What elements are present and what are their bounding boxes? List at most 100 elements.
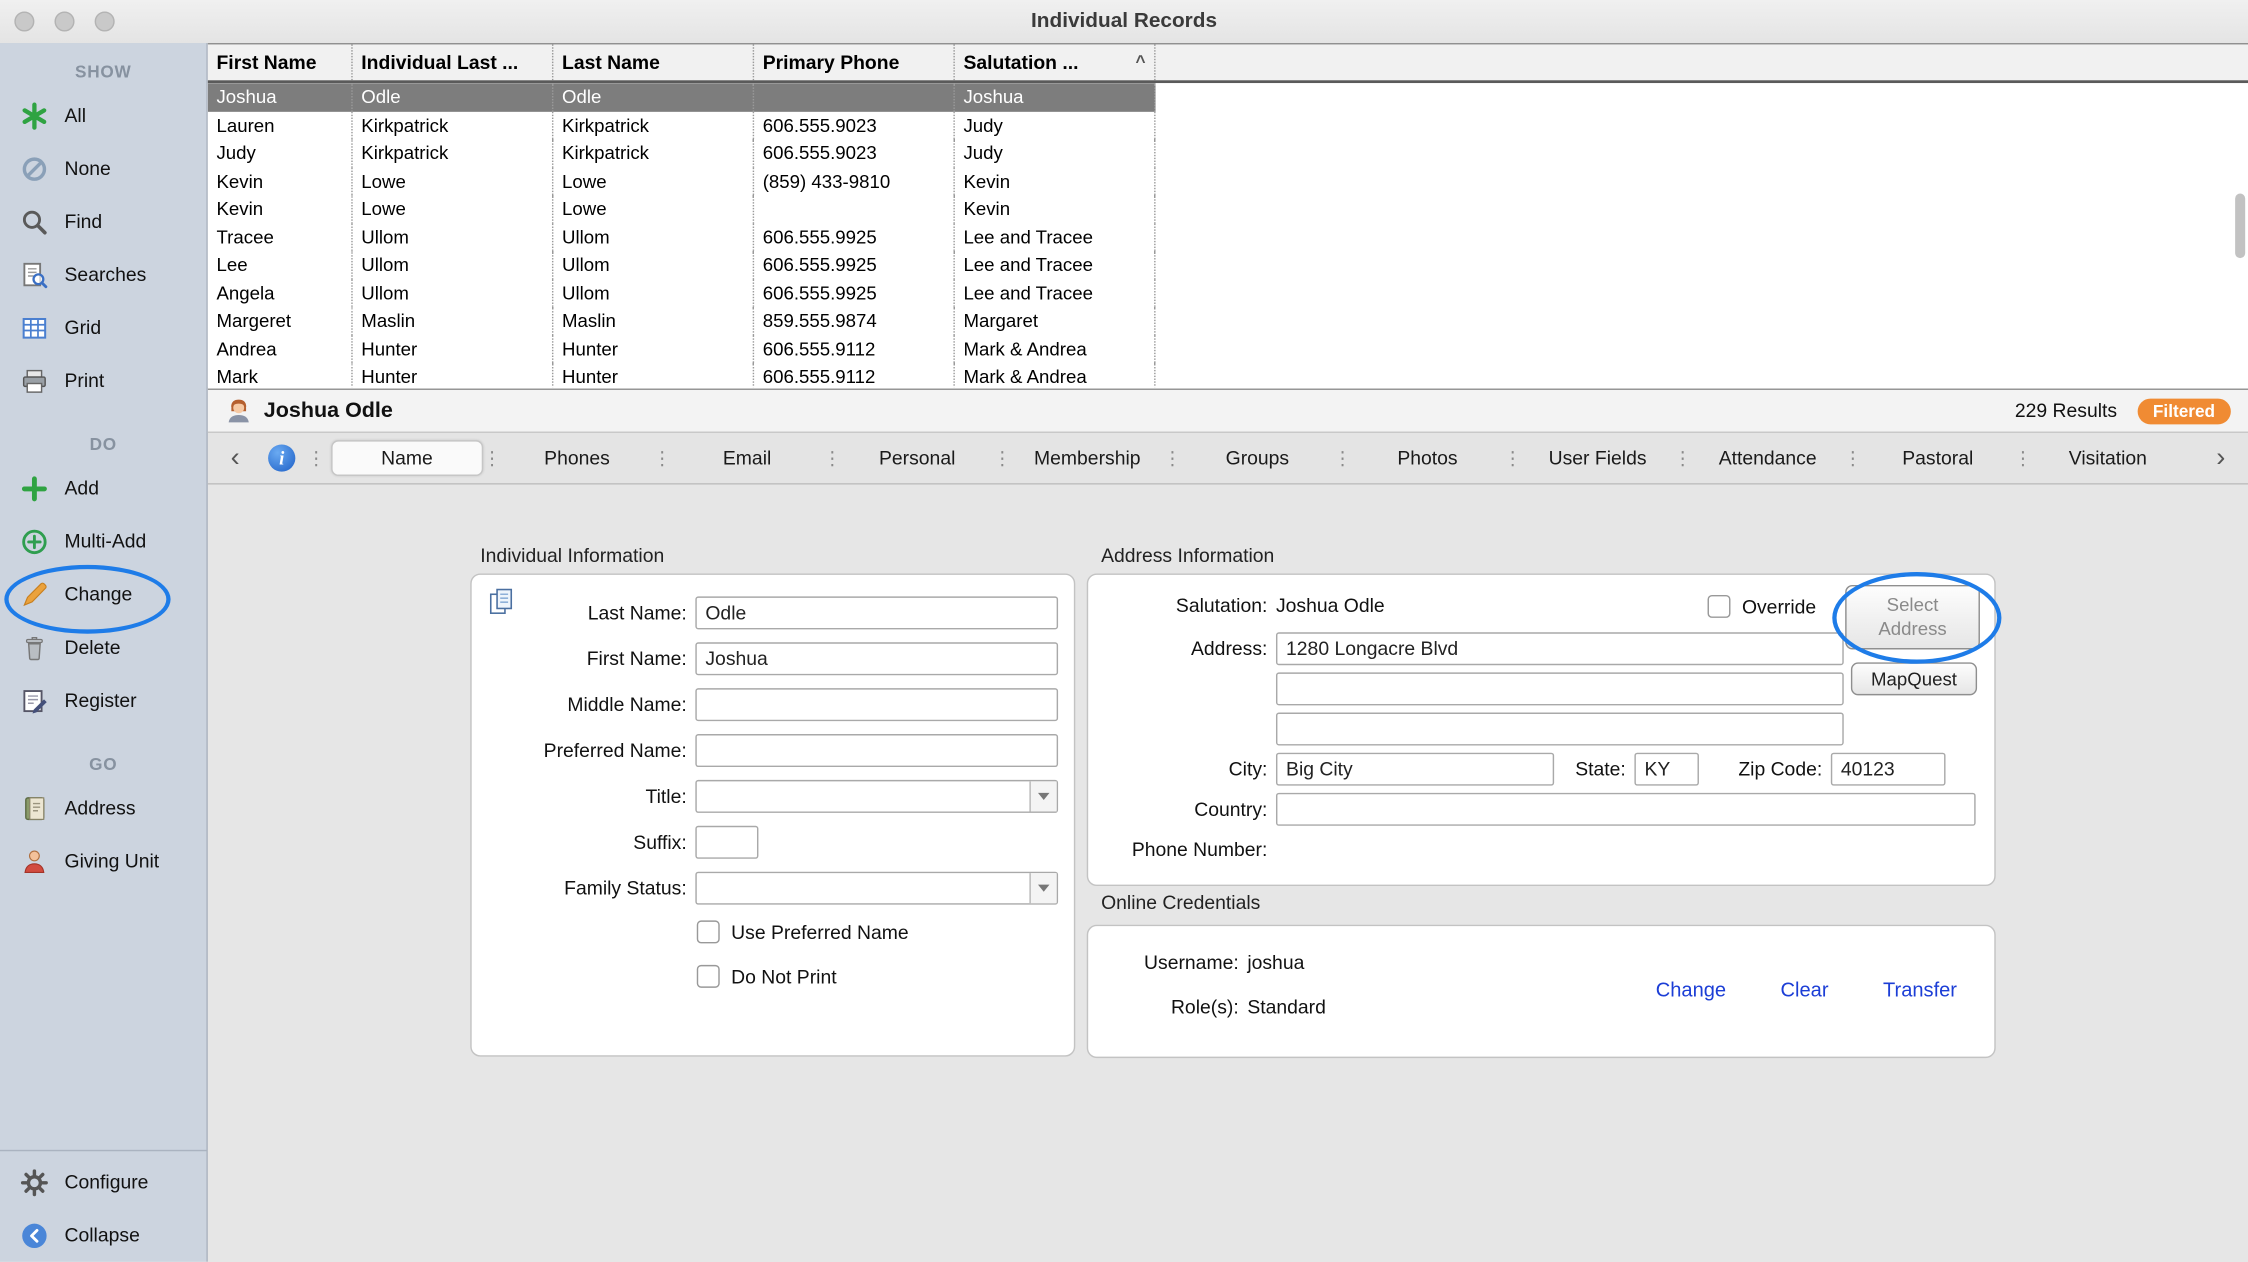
credentials-transfer-link[interactable]: Transfer	[1883, 978, 1957, 1001]
credentials-clear-link[interactable]: Clear	[1781, 978, 1829, 1001]
column-header-primary-phone[interactable]: Primary Phone	[754, 44, 955, 80]
table-row[interactable]: Andrea Hunter Hunter 606.555.9112 Mark &…	[208, 335, 1156, 363]
use-preferred-name-checkbox[interactable]	[697, 920, 720, 943]
filtered-badge[interactable]: Filtered	[2137, 398, 2231, 424]
preferred-name-field[interactable]	[695, 734, 1058, 767]
cell-individual-last: Hunter	[353, 335, 554, 363]
salutation-label: Salutation:	[1088, 595, 1267, 617]
state-field[interactable]	[1634, 753, 1699, 786]
sort-ascending-icon: ^	[1135, 44, 1145, 80]
sidebar-item-register[interactable]: Register	[0, 674, 206, 727]
cell-last-name: Hunter	[553, 335, 754, 363]
table-row[interactable]: Angela Ullom Ullom 606.555.9925 Lee and …	[208, 279, 1156, 307]
table-row[interactable]: Lauren Kirkpatrick Kirkpatrick 606.555.9…	[208, 111, 1156, 139]
sidebar-item-none[interactable]: None	[0, 142, 206, 195]
column-header-last-name[interactable]: Last Name	[553, 44, 754, 80]
sidebar-item-grid[interactable]: Grid	[0, 301, 206, 354]
cell-primary-phone: 606.555.9023	[754, 139, 955, 167]
table-row[interactable]: Kevin Lowe Lowe Kevin	[208, 195, 1156, 223]
individual-info-title: Individual Information	[480, 545, 664, 567]
sidebar-item-change[interactable]: Change	[0, 568, 206, 621]
table-row[interactable]: Kevin Lowe Lowe (859) 433-9810 Kevin	[208, 167, 1156, 195]
sidebar-item-multi-add[interactable]: Multi-Add	[0, 515, 206, 568]
tab[interactable]: Name	[331, 440, 482, 476]
tab-separator: ⋮	[1333, 449, 1352, 468]
cell-primary-phone: (859) 433-9810	[754, 167, 955, 195]
sidebar-item-giving-unit[interactable]: Giving Unit	[0, 834, 206, 887]
column-header-individual-last[interactable]: Individual Last ...	[353, 44, 554, 80]
tabs-scroll-right-button[interactable]: ›	[2202, 434, 2239, 483]
middle-name-field[interactable]	[695, 688, 1058, 721]
sidebar-item-print[interactable]: Print	[0, 354, 206, 407]
address-line2-field[interactable]	[1276, 672, 1844, 705]
table-header: First Name Individual Last ... Last Name…	[208, 43, 2248, 83]
salutation-value: Joshua Odle	[1276, 595, 1385, 617]
cell-first-name: Lee	[208, 251, 353, 279]
tabs-scroll-left-button[interactable]: ‹	[216, 434, 253, 483]
title-dropdown[interactable]	[695, 780, 1058, 813]
country-field[interactable]	[1276, 793, 1976, 826]
credentials-change-link[interactable]: Change	[1656, 978, 1726, 1001]
address-book-icon	[20, 794, 49, 823]
column-header-salutation[interactable]: Salutation ...^	[955, 44, 1156, 80]
tab[interactable]: Personal	[841, 440, 992, 476]
mapquest-button[interactable]: MapQuest	[1851, 662, 1977, 695]
table-row[interactable]: Margeret Maslin Maslin 859.555.9874 Marg…	[208, 307, 1156, 335]
tab[interactable]: Attendance	[1692, 440, 1843, 476]
family-status-dropdown[interactable]	[695, 872, 1058, 905]
tab[interactable]: Membership	[1012, 440, 1163, 476]
record-name: Joshua Odle	[264, 399, 393, 423]
table-scrollbar-thumb[interactable]	[2235, 194, 2245, 259]
cell-individual-last: Kirkpatrick	[353, 139, 554, 167]
sidebar-item-label: Change	[65, 584, 133, 606]
close-window-button[interactable]	[14, 11, 34, 31]
cell-individual-last: Ullom	[353, 223, 554, 251]
form-area: Individual Information Last Name: First …	[208, 485, 2248, 1262]
column-header-first-name[interactable]: First Name	[208, 44, 353, 80]
sidebar-item-label: Add	[65, 477, 99, 499]
zip-code-label: Zip Code:	[1699, 758, 1822, 780]
address-line3-field[interactable]	[1276, 713, 1844, 746]
first-name-field[interactable]	[695, 642, 1058, 675]
sidebar-item-add[interactable]: Add	[0, 462, 206, 515]
tab[interactable]: Photos	[1352, 440, 1503, 476]
sidebar-item-find[interactable]: Find	[0, 195, 206, 248]
table-row[interactable]: Tracee Ullom Ullom 606.555.9925 Lee and …	[208, 223, 1156, 251]
cell-individual-last: Odle	[353, 83, 554, 111]
address-info-title: Address Information	[1101, 545, 1274, 567]
sidebar-item-label: Multi-Add	[65, 530, 147, 552]
sidebar-item-all[interactable]: All	[0, 89, 206, 142]
sidebar-item-collapse[interactable]: Collapse	[0, 1209, 206, 1262]
person-avatar-icon	[225, 397, 252, 424]
zip-code-field[interactable]	[1831, 753, 1946, 786]
sidebar-item-searches[interactable]: Searches	[0, 248, 206, 301]
sidebar-item-address[interactable]: Address	[0, 781, 206, 834]
tab[interactable]: User Fields	[1522, 440, 1673, 476]
zoom-window-button[interactable]	[95, 11, 115, 31]
tab-separator: ⋮	[653, 449, 672, 468]
suffix-field[interactable]	[695, 826, 758, 859]
sidebar-item-label: Collapse	[65, 1224, 140, 1246]
sidebar-item-configure[interactable]: Configure	[0, 1156, 206, 1209]
address-line1-field[interactable]	[1276, 632, 1844, 665]
override-checkbox[interactable]	[1708, 595, 1731, 618]
city-field[interactable]	[1276, 753, 1554, 786]
tab-separator: ⋮	[1503, 449, 1522, 468]
info-icon[interactable]: i	[268, 444, 295, 471]
table-row[interactable]: Lee Ullom Ullom 606.555.9925 Lee and Tra…	[208, 251, 1156, 279]
select-address-button[interactable]: Select Address	[1845, 585, 1980, 650]
sidebar-item-label: Searches	[65, 264, 147, 286]
do-not-print-checkbox[interactable]	[697, 965, 720, 988]
tab[interactable]: Email	[671, 440, 822, 476]
tab[interactable]: Pastoral	[1862, 440, 2013, 476]
table-row[interactable]: Judy Kirkpatrick Kirkpatrick 606.555.902…	[208, 139, 1156, 167]
table-row[interactable]: Mark Hunter Hunter 606.555.9112 Mark & A…	[208, 363, 1156, 387]
last-name-field[interactable]	[695, 596, 1058, 629]
sidebar-item-delete[interactable]: Delete	[0, 621, 206, 674]
tab[interactable]: Phones	[501, 440, 652, 476]
minimize-window-button[interactable]	[54, 11, 74, 31]
tab[interactable]: Visitation	[2032, 440, 2183, 476]
tab[interactable]: Groups	[1182, 440, 1333, 476]
info-tab[interactable]: i ⋮	[268, 444, 325, 471]
table-row[interactable]: Joshua Odle Odle Joshua	[208, 83, 1156, 111]
